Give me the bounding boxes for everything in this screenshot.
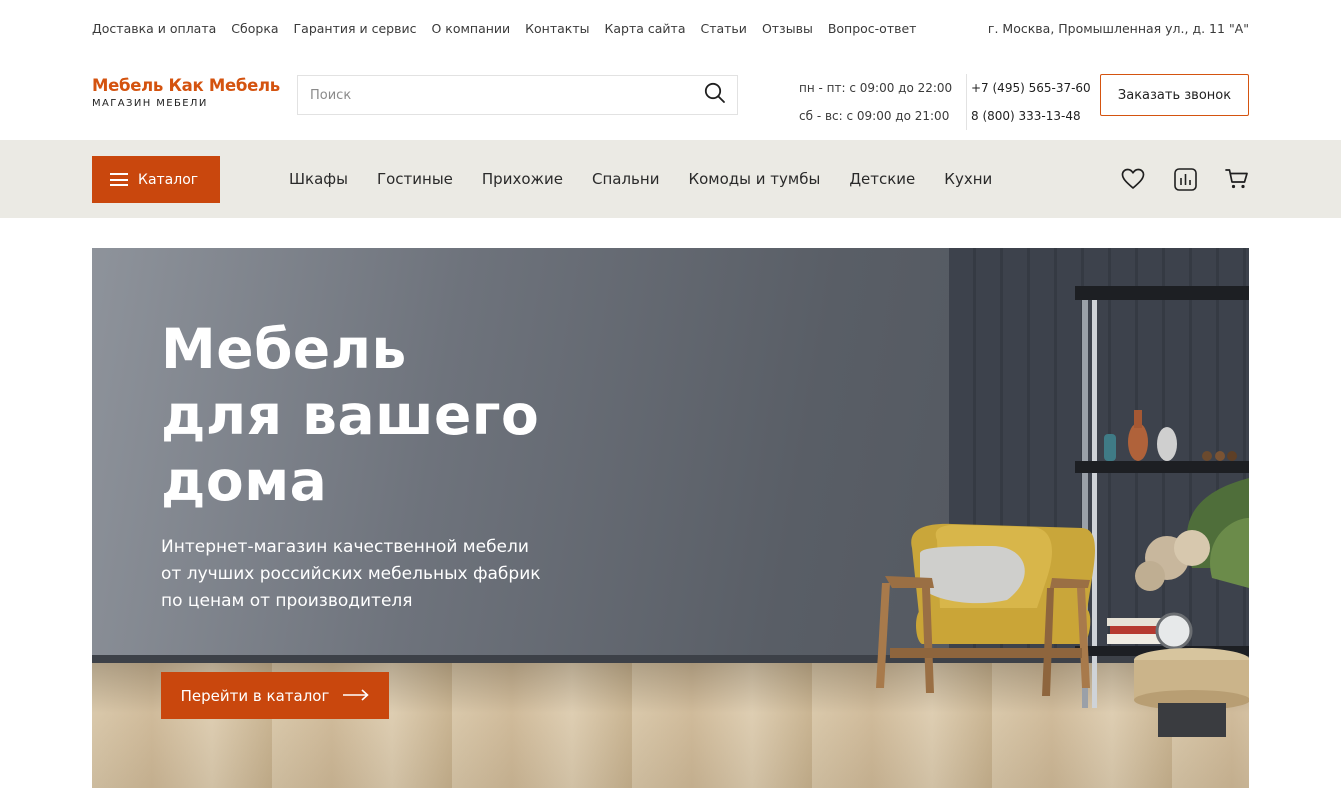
hero-title-line: дома — [161, 449, 328, 513]
working-hours: пн - пт: с 09:00 до 22:00 сб - вс: с 09:… — [799, 74, 968, 130]
search-box — [297, 75, 738, 115]
menu-icon — [110, 173, 128, 186]
phone-free[interactable]: 8 (800) 333-13-48 — [971, 102, 1091, 130]
top-link-articles[interactable]: Статьи — [700, 21, 746, 36]
search-button[interactable] — [693, 76, 737, 114]
hero-text-line: от лучших российских мебельных фабрик — [161, 564, 541, 584]
menu-item-wardrobes[interactable]: Шкафы — [289, 170, 348, 188]
nav-icons — [1121, 140, 1249, 218]
top-link-faq[interactable]: Вопрос-ответ — [828, 21, 917, 36]
cart-icon[interactable] — [1225, 167, 1249, 191]
menu-item-kids[interactable]: Детские — [849, 170, 915, 188]
top-link-reviews[interactable]: Отзывы — [762, 21, 813, 36]
compare-icon[interactable] — [1173, 167, 1197, 191]
main-menu: Шкафы Гостиные Прихожие Спальни Комоды и… — [289, 140, 992, 218]
go-to-catalog-button[interactable]: Перейти в каталог — [161, 672, 389, 719]
nav-bar: Каталог Шкафы Гостиные Прихожие Спальни … — [0, 140, 1341, 218]
logo-name: Мебель Как Мебель — [92, 76, 280, 95]
hero-text-line: Интернет-магазин качественной мебели — [161, 537, 529, 557]
go-to-catalog-label: Перейти в каталог — [180, 686, 330, 705]
top-link-assembly[interactable]: Сборка — [231, 21, 278, 36]
menu-item-hallways[interactable]: Прихожие — [482, 170, 563, 188]
hours-weekdays: пн - пт: с 09:00 до 22:00 — [799, 81, 953, 95]
callback-button[interactable]: Заказать звонок — [1100, 74, 1249, 116]
logo[interactable]: Мебель Как Мебель МАГАЗИН МЕБЕЛИ — [92, 76, 280, 109]
hero-title: Мебель для вашего дома — [161, 316, 539, 514]
top-bar: Доставка и оплата Сборка Гарантия и серв… — [92, 0, 1249, 56]
hero-title-line: для вашего — [161, 383, 540, 447]
top-links: Доставка и оплата Сборка Гарантия и серв… — [92, 21, 916, 36]
menu-item-living-rooms[interactable]: Гостиные — [377, 170, 453, 188]
hero-title-line: Мебель — [161, 317, 407, 381]
phone-moscow[interactable]: +7 (495) 565-37-60 — [971, 74, 1091, 102]
top-link-contacts[interactable]: Контакты — [525, 21, 589, 36]
store-address: г. Москва, Промышленная ул., д. 11 "А" — [987, 20, 1249, 36]
heart-icon[interactable] — [1121, 167, 1145, 191]
hero-description: Интернет-магазин качественной мебели от … — [161, 534, 541, 615]
hours-weekend: сб - вс: с 09:00 до 21:00 — [799, 109, 950, 123]
hero-text-line: по ценам от производителя — [161, 591, 413, 611]
arrow-right-icon — [343, 687, 370, 705]
header: Мебель Как Мебель МАГАЗИН МЕБЕЛИ пн - пт… — [92, 56, 1249, 140]
top-link-warranty[interactable]: Гарантия и сервис — [294, 21, 417, 36]
catalog-label: Каталог — [138, 171, 199, 188]
menu-item-kitchens[interactable]: Кухни — [944, 170, 992, 188]
hero-banner: Мебель для вашего дома Интернет-магазин … — [92, 248, 1249, 788]
catalog-button[interactable]: Каталог — [92, 156, 220, 203]
search-icon — [704, 82, 726, 108]
menu-item-dressers[interactable]: Комоды и тумбы — [688, 170, 820, 188]
top-link-sitemap[interactable]: Карта сайта — [605, 21, 686, 36]
menu-item-bedrooms[interactable]: Спальни — [592, 170, 659, 188]
top-link-delivery[interactable]: Доставка и оплата — [92, 21, 216, 36]
top-link-about[interactable]: О компании — [431, 21, 510, 36]
phones: +7 (495) 565-37-60 8 (800) 333-13-48 — [971, 74, 1091, 130]
search-input[interactable] — [298, 76, 693, 114]
logo-subtitle: МАГАЗИН МЕБЕЛИ — [92, 98, 208, 109]
plant — [1135, 478, 1249, 591]
armchair — [876, 523, 1095, 696]
